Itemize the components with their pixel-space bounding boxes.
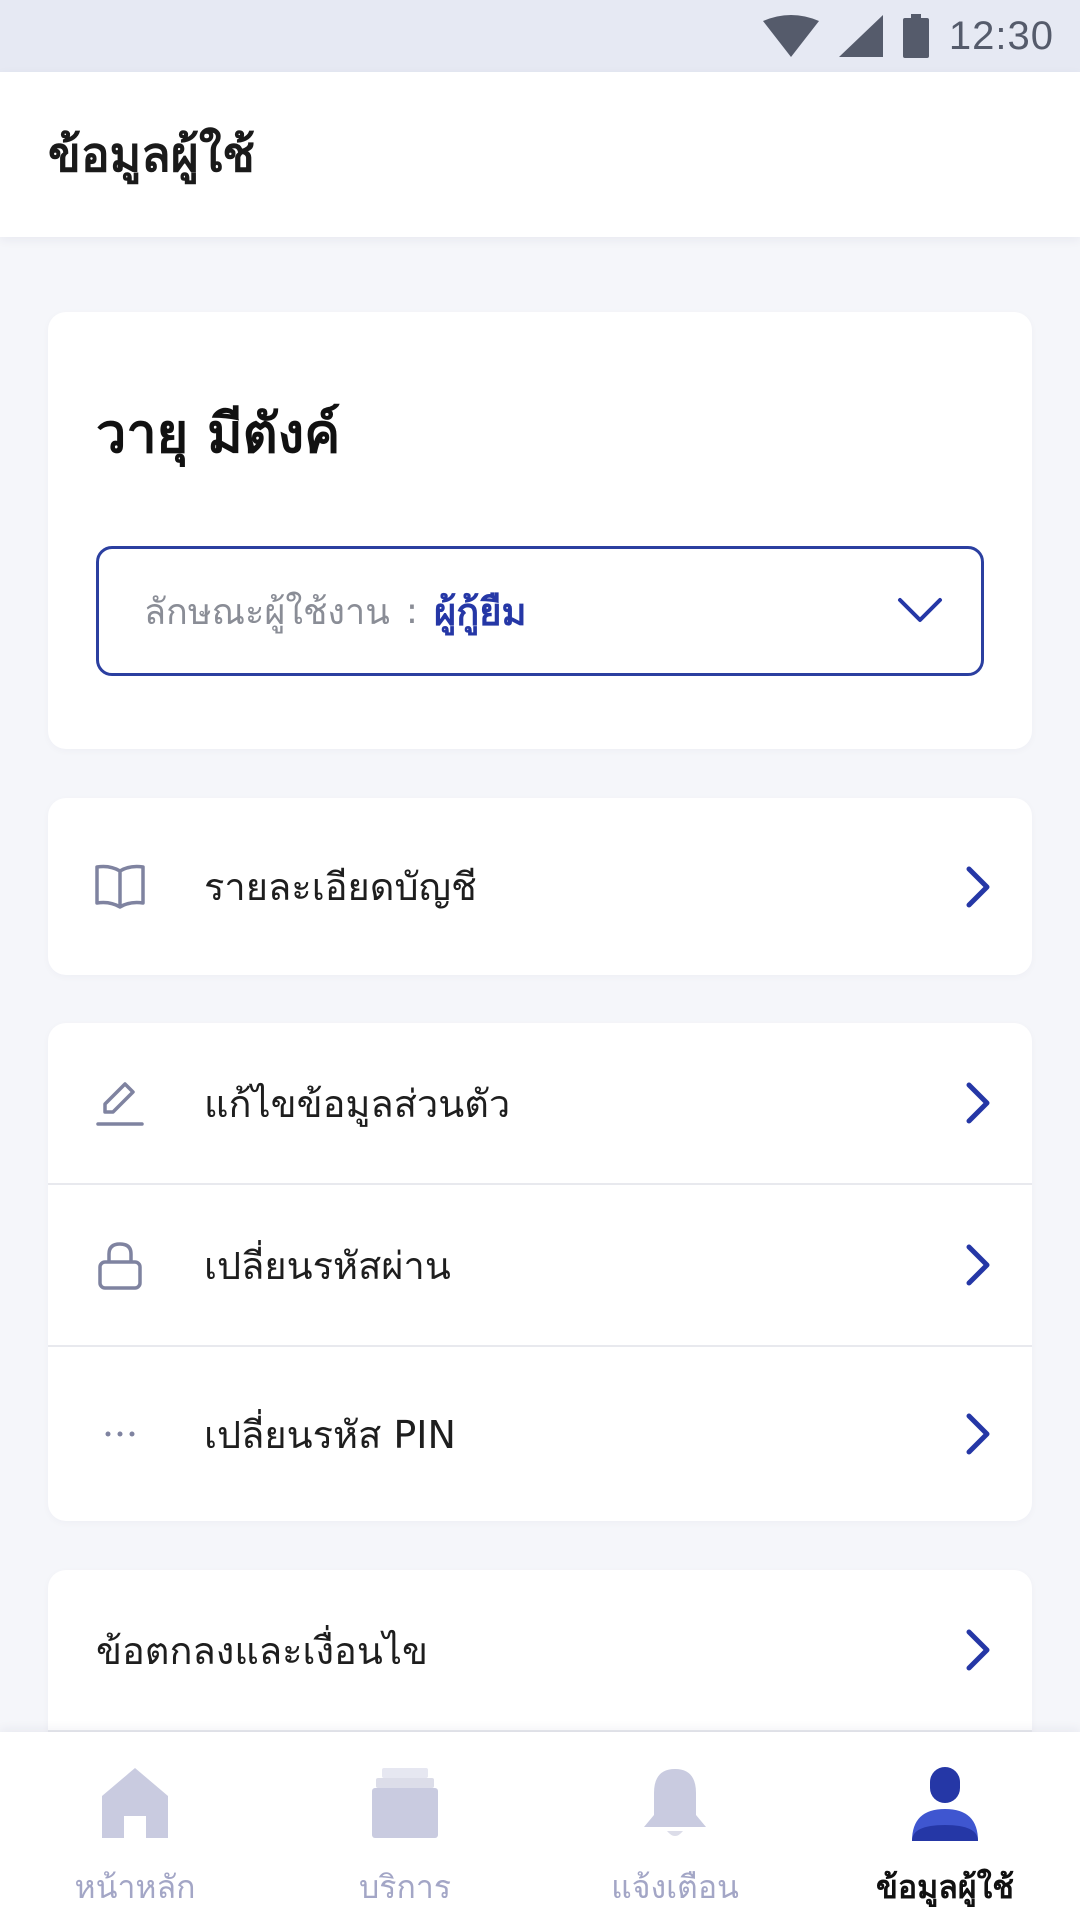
battery-icon (902, 14, 929, 58)
home-icon (90, 1758, 180, 1848)
account-card: รายละเอียดบัญชี (48, 798, 1032, 975)
nav-item-notifications[interactable]: แจ้งเตือน (540, 1732, 810, 1920)
chevron-right-icon (966, 1413, 990, 1455)
profile-card: วายุ มีตังค์ ลักษณะผู้ใช้งาน : ผู้กู้ยืม (48, 312, 1032, 749)
chevron-right-icon (966, 1082, 990, 1124)
chevron-right-icon (966, 1244, 990, 1286)
signal-icon (838, 15, 883, 57)
nav-label: ข้อมูลผู้ใช้ (876, 1868, 1014, 1906)
menu-label: เปลี่ยนรหัส PIN (204, 1412, 456, 1457)
menu-item-account-details[interactable]: รายละเอียดบัญชี (48, 798, 1032, 975)
menu-label: เปลี่ยนรหัสผ่าน (204, 1243, 451, 1288)
nav-item-profile[interactable]: ข้อมูลผู้ใช้ (810, 1732, 1080, 1920)
user-icon (900, 1758, 990, 1848)
lock-icon (92, 1237, 148, 1293)
nav-label: บริการ (358, 1868, 452, 1906)
status-time: 12:30 (948, 13, 1054, 58)
chevron-right-icon (966, 866, 990, 907)
page-title: ข้อมูลผู้ใช้ (48, 126, 255, 183)
nav-label: หน้าหลัก (74, 1868, 196, 1906)
user-role-dropdown[interactable]: ลักษณะผู้ใช้งาน : ผู้กู้ยืม (96, 546, 984, 676)
pencil-icon (92, 1075, 148, 1131)
role-separator: : (405, 590, 418, 632)
menu-label: ข้อตกลงและเงื่อนไข (96, 1628, 428, 1673)
chevron-down-icon (898, 598, 942, 622)
role-value: ผู้กู้ยืม (433, 589, 527, 634)
role-label: ลักษณะผู้ใช้งาน (144, 591, 390, 633)
menu-label: แก้ไขข้อมูลส่วนตัว (204, 1081, 511, 1126)
user-name: วายุ มีตังค์ (96, 402, 341, 465)
menu-item-change-pin[interactable]: เปลี่ยนรหัส PIN (48, 1345, 1032, 1521)
bottom-nav: หน้าหลัก บริการ แจ้งเตือน ข้อมูลผู้ใช้ (0, 1732, 1080, 1920)
book-icon (92, 859, 148, 915)
menu-item-terms[interactable]: ข้อตกลงและเงื่อนไข (48, 1570, 1032, 1730)
wifi-icon (762, 15, 819, 57)
app-header: ข้อมูลผู้ใช้ (0, 72, 1080, 237)
profile-screen: 12:30 ข้อมูลผู้ใช้ วายุ มีตังค์ ลักษณะผู… (0, 0, 1080, 1920)
settings-card: แก้ไขข้อมูลส่วนตัว เปลี่ยนรหัสผ่าน เปลี่… (48, 1023, 1032, 1521)
bell-icon (630, 1758, 720, 1848)
chevron-right-icon (966, 1629, 990, 1671)
pin-dots-icon (92, 1406, 148, 1462)
menu-label: รายละเอียดบัญชี (204, 865, 477, 909)
nav-item-services[interactable]: บริการ (270, 1732, 540, 1920)
nav-item-home[interactable]: หน้าหลัก (0, 1732, 270, 1920)
status-bar: 12:30 (0, 0, 1080, 72)
nav-label: แจ้งเตือน (611, 1868, 739, 1906)
menu-item-change-password[interactable]: เปลี่ยนรหัสผ่าน (48, 1183, 1032, 1345)
services-icon (360, 1758, 450, 1848)
menu-item-edit-profile[interactable]: แก้ไขข้อมูลส่วนตัว (48, 1023, 1032, 1183)
